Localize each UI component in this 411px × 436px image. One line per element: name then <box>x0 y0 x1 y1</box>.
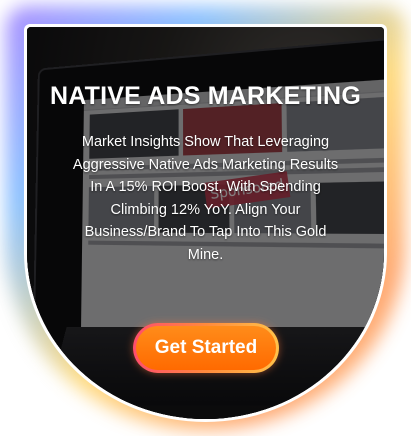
cta-button-border: Get Started <box>133 323 279 373</box>
card-body-text: Market Insights Show That Leveraging Agg… <box>72 134 339 263</box>
promo-widget: Sponsored NATIVE ADS MARKETING Market In… <box>0 0 411 436</box>
card-inner: Sponsored NATIVE ADS MARKETING Market In… <box>27 27 384 419</box>
get-started-button[interactable]: Get Started <box>136 326 276 370</box>
promo-card: Sponsored NATIVE ADS MARKETING Market In… <box>24 24 387 422</box>
card-headline: NATIVE ADS MARKETING <box>50 82 361 110</box>
